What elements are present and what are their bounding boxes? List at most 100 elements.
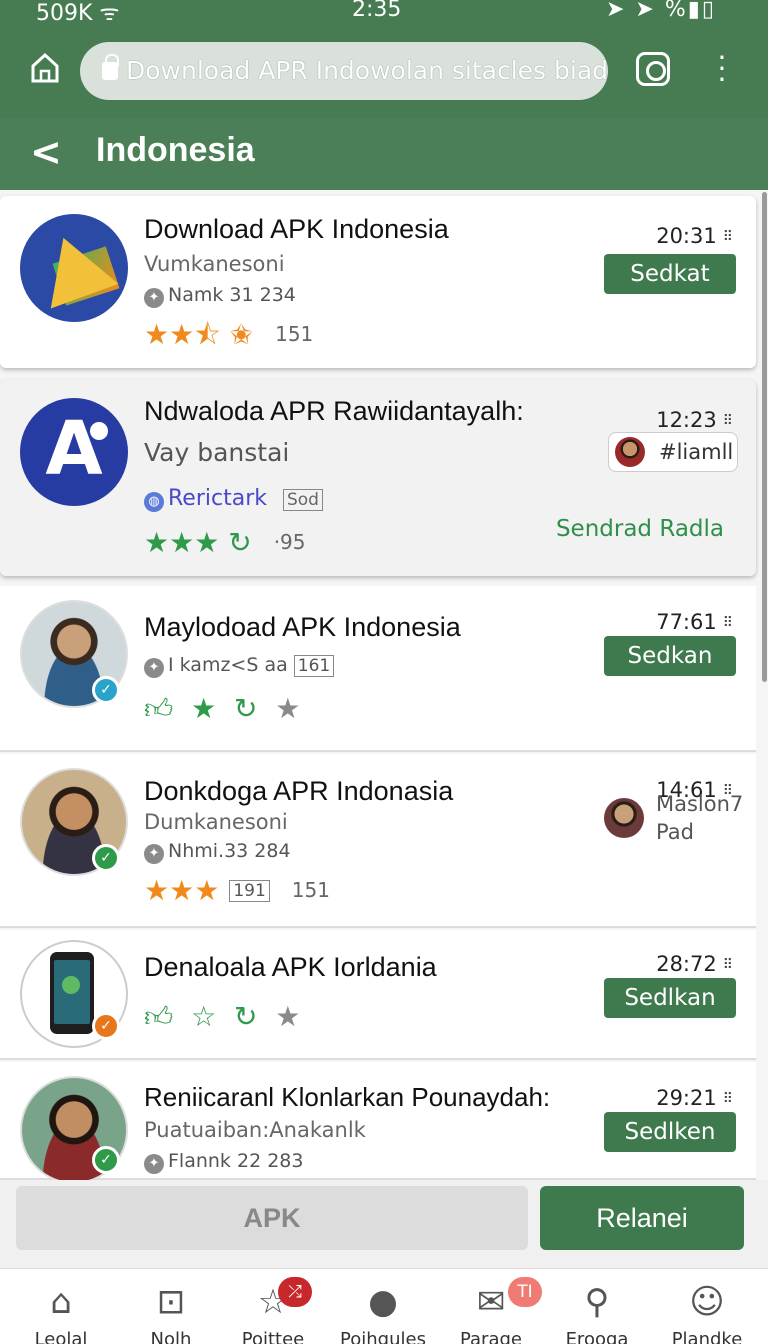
nav-item-home[interactable]: ⌂ Leolal: [6, 1281, 116, 1344]
home-icon[interactable]: [30, 52, 60, 84]
verified-icon: ✓: [92, 676, 120, 704]
item-rating: ★★★ 191 151: [144, 874, 330, 907]
item-subtitle: Vay banstai: [144, 438, 290, 467]
item-title: Denaloala APK Iorldania: [144, 952, 437, 982]
status-time: 2:35: [352, 0, 402, 22]
item-title: Ndwaloda APR Rawiidantayalh:: [144, 396, 524, 426]
item-time: 12:23 ⠿: [656, 408, 734, 432]
list-item[interactable]: Download APK Indonesia Vumkanesoni ✦ Namk…: [0, 196, 756, 368]
home-icon: ⌂: [50, 1282, 72, 1322]
grid-icon: ⠿: [722, 957, 734, 973]
browser-top-bar: 509K ᯤ 2:35 ➤ ➤ %▮▯ Download APR Indowol…: [0, 0, 768, 118]
inbox-icon: ⊡: [156, 1282, 186, 1322]
user-chip[interactable]: #liamll: [608, 432, 738, 472]
star-outline-icon[interactable]: ★: [275, 692, 300, 725]
item-meta: ✦ I kamz<S aa 161: [144, 654, 335, 678]
profile-icon: ☺: [689, 1282, 725, 1322]
title-bar: < Indonesia: [0, 118, 768, 190]
action-bar: APK Relanei: [0, 1180, 768, 1262]
badge-icon: ✦: [144, 288, 164, 308]
more-menu-icon[interactable]: · · ·: [712, 44, 732, 94]
scrollbar[interactable]: [762, 192, 767, 682]
item-subtitle: Vumkanesoni: [144, 252, 285, 276]
star-icon: ★★★: [144, 526, 220, 559]
verified-icon: ✓: [92, 844, 120, 872]
item-rating: ★★★ ↻ ·95: [144, 526, 306, 559]
item-title: Maylodoad APK Indonesia: [144, 612, 461, 642]
star-icon: ★★★: [144, 874, 220, 907]
back-icon[interactable]: <: [30, 130, 62, 174]
grid-icon: ⠿: [722, 413, 734, 429]
item-action-button[interactable]: Sedkat: [604, 254, 736, 294]
search-icon: ⚲: [584, 1282, 610, 1322]
star-icon[interactable]: ★: [191, 692, 216, 725]
verified-icon: ✓: [92, 1146, 120, 1174]
url-row: Download APR Indowolan sitacles biad · · ·: [0, 38, 768, 102]
item-actions-row: 👍︎ ☆ ↻ ★: [144, 1000, 300, 1034]
thumbs-up-icon[interactable]: 👍︎: [144, 1000, 173, 1033]
item-subtitle: Puatuaiban:Anakanlk: [144, 1118, 366, 1142]
badge-icon: ✦: [144, 1154, 164, 1174]
primary-button[interactable]: Relanei: [540, 1186, 744, 1250]
item-action-button[interactable]: Sedkan: [604, 636, 736, 676]
nav-item-mail[interactable]: ✉ Parage TI: [436, 1277, 546, 1344]
status-icons: ➤ ➤ %▮▯: [606, 0, 716, 22]
item-meta: ✦ Namk 31 234: [144, 284, 296, 308]
item-time: 20:31 ⠿: [656, 224, 734, 248]
star-outline-icon[interactable]: ☆: [191, 1000, 216, 1033]
grid-icon: ⠿: [722, 615, 734, 631]
item-time: 28:72 ⠿: [656, 952, 734, 976]
nav-item-search[interactable]: ⚲ Erooga: [542, 1281, 652, 1344]
list-item[interactable]: ✓ Donkdoga APR Indonasia Dumkanesoni ✦ Nh…: [0, 754, 756, 928]
item-meta: ✦ Flannk 22 283: [144, 1150, 303, 1174]
item-tag: ◍ Rerictark Sod: [144, 486, 323, 512]
star-icon: ★★: [144, 318, 195, 351]
app-logo-play: [20, 214, 128, 322]
item-action-button[interactable]: Sedlkan: [604, 978, 736, 1018]
address-bar[interactable]: Download APR Indowolan sitacles biad: [80, 42, 608, 100]
app-logo-a: A: [20, 398, 128, 506]
bottom-nav: ⌂ Leolal ⊡ Nolh ☆ Poittee ⤮ ● Poihgules ✉ Para…: [0, 1268, 768, 1344]
item-actions-row: 👍︎ ★ ↻ ★: [144, 692, 300, 726]
item-time: 29:21 ⠿: [656, 1086, 734, 1110]
badge-icon: ✦: [144, 658, 164, 678]
list-item[interactable]: A Ndwaloda APR Rawiidantayalh: Vay banst…: [0, 380, 756, 576]
page-title: Indonesia: [96, 131, 255, 169]
item-subtitle: Dumkanesoni: [144, 810, 288, 834]
globe-icon: ◍: [144, 492, 164, 512]
item-title: Reniicaranl Klonlarkan Pounaydah:: [144, 1082, 551, 1112]
star-outline-icon[interactable]: ★: [275, 1000, 300, 1033]
list-item[interactable]: ✓ Denaloala APK Iorldania 👍︎ ☆ ↻ ★ 28:72…: [0, 930, 756, 1060]
nav-item-inbox[interactable]: ⊡ Nolh: [116, 1281, 226, 1344]
status-bar: 509K ᯤ 2:35 ➤ ➤ %▮▯: [0, 0, 768, 26]
grid-icon: ⠿: [722, 1091, 734, 1107]
item-title: Download APK Indonesia: [144, 214, 449, 244]
apk-button[interactable]: APK: [16, 1186, 528, 1250]
star-half-icon: ⯪: [194, 318, 221, 351]
list-item[interactable]: ✓ Maylodoad APK Indonesia ✦ I kamz<S aa 16…: [0, 586, 756, 752]
refresh-icon[interactable]: ↻: [234, 1000, 257, 1033]
badge-icon: ✦: [144, 844, 164, 864]
item-link[interactable]: Sendrad Radla: [556, 516, 724, 542]
star-half-icon: ✬: [229, 318, 254, 351]
notification-badge: TI: [508, 1277, 542, 1307]
item-time: 77:61 ⠿: [656, 610, 734, 634]
thumbs-up-icon[interactable]: 👍︎: [144, 692, 173, 725]
status-network: 509K ᯤ: [36, 1, 120, 26]
shuffle-badge-icon: ⤮: [278, 1277, 312, 1307]
nav-item-people[interactable]: ● Poihgules: [328, 1281, 438, 1344]
nav-item-profile[interactable]: ☺ Plandke: [652, 1281, 762, 1344]
tabs-icon[interactable]: [636, 52, 670, 86]
nav-item-favorites[interactable]: ☆ Poittee ⤮: [218, 1277, 328, 1344]
app-list: Download APK Indonesia Vumkanesoni ✦ Namk…: [0, 190, 768, 1180]
list-item[interactable]: ✓ Reniicaranl Klonlarkan Pounaydah: Puat…: [0, 1062, 756, 1180]
item-rating: ★★⯪ ✬ 151: [144, 318, 314, 351]
grid-icon: ⠿: [722, 229, 734, 245]
side-info: Maslon7 Pad: [604, 790, 743, 846]
refresh-icon: ↻: [228, 526, 252, 559]
refresh-icon[interactable]: ↻: [234, 692, 257, 725]
item-action-button[interactable]: Sedlken: [604, 1112, 736, 1152]
address-text: Download APR Indowolan sitacles biad: [126, 56, 608, 85]
avatar: [604, 798, 644, 838]
people-icon: ●: [368, 1282, 398, 1322]
